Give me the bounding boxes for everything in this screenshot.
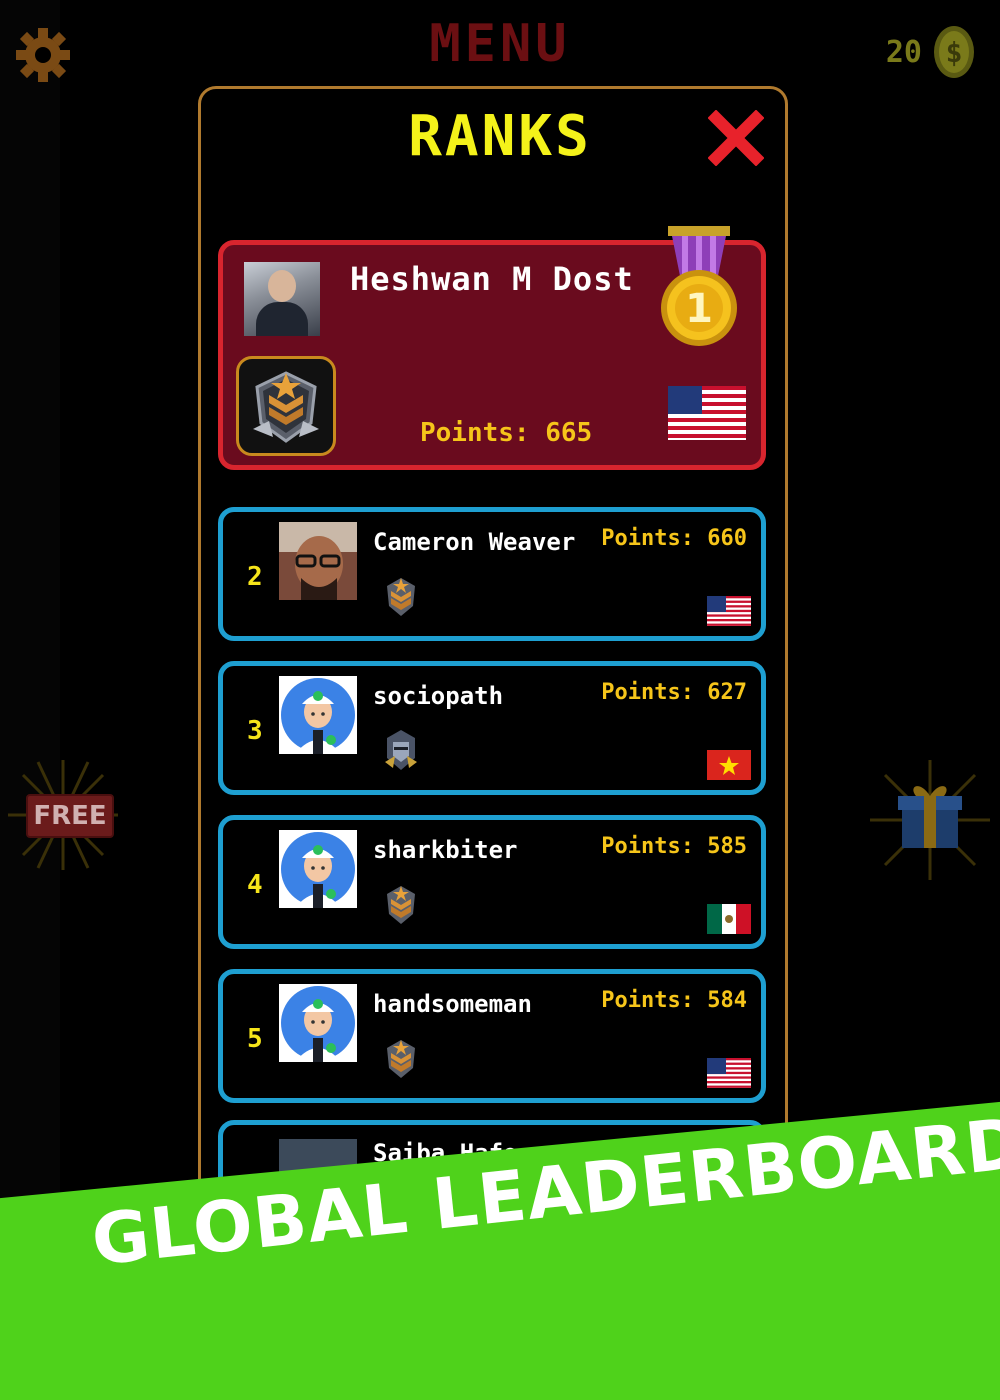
list-item[interactable]: 5 handsomeman Points: 584 [218, 969, 766, 1103]
list-item[interactable]: 2 Cameron Weaver Points: 660 [218, 507, 766, 641]
player-points: Points: 585 [601, 834, 747, 859]
coin-balance: 20 $ [886, 24, 976, 80]
top-player-points: Points: 665 [420, 418, 593, 448]
close-icon[interactable] [708, 110, 764, 166]
rank-badge-icon [236, 356, 336, 456]
svg-text:$: $ [946, 36, 963, 69]
player-name: sociopath [373, 682, 504, 710]
rank-badge-icon [381, 882, 421, 926]
rank-number: 5 [247, 1024, 263, 1054]
player-name: Cameron Weaver [373, 528, 576, 556]
gold-medal-icon: 1 [661, 226, 737, 346]
player-name: sharkbiter [373, 836, 518, 864]
free-promo-button[interactable]: FREE [8, 760, 118, 870]
avatar [279, 522, 357, 600]
avatar [279, 676, 357, 754]
rank-badge-icon [381, 728, 421, 772]
gift-promo-button[interactable] [870, 760, 990, 880]
country-flag-icon [707, 596, 751, 626]
player-name: handsomeman [373, 990, 532, 1018]
coin-count: 20 [885, 34, 922, 70]
avatar [244, 262, 320, 336]
rank-number: 3 [247, 716, 263, 746]
rank-badge-icon [381, 574, 421, 618]
avatar [279, 984, 357, 1062]
dollar-coin-icon: $ [934, 26, 974, 78]
top-player-name: Heshwan M Dost [350, 260, 634, 298]
country-flag-icon [707, 1058, 751, 1088]
list-item[interactable]: 3 sociopath Points: 627 [218, 661, 766, 795]
svg-text:1: 1 [685, 286, 713, 332]
flag-us-icon [668, 386, 746, 440]
free-label: FREE [26, 794, 114, 838]
rank-number: 2 [247, 562, 263, 592]
avatar [279, 830, 357, 908]
list-item[interactable]: 4 sharkbiter Points: 585 [218, 815, 766, 949]
gift-icon [870, 760, 990, 880]
modal-title: RANKS [408, 104, 592, 169]
rank-number: 4 [247, 870, 263, 900]
player-points: Points: 627 [601, 680, 747, 705]
rank-badge-icon [381, 1036, 421, 1080]
menu-title: MENU [429, 14, 571, 74]
player-points: Points: 660 [601, 526, 747, 551]
player-points: Points: 584 [601, 988, 747, 1013]
country-flag-icon [707, 904, 751, 934]
country-flag-icon [707, 750, 751, 780]
